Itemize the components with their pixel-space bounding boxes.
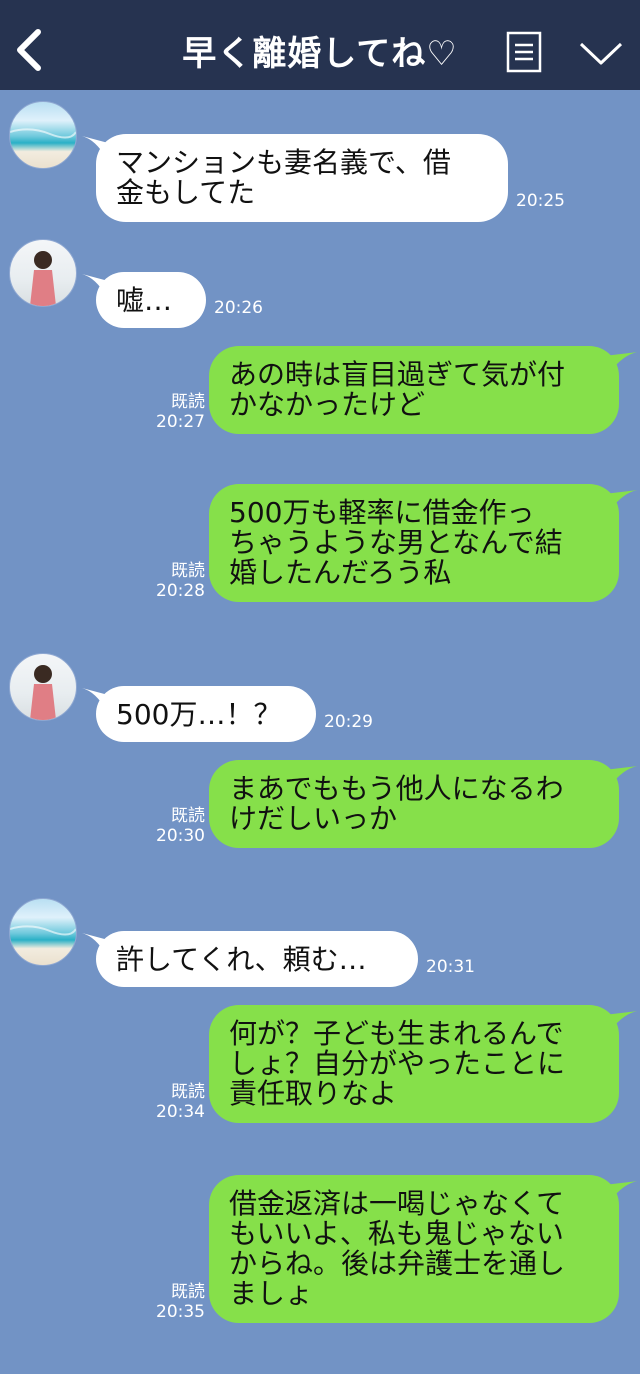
chat-title: 早く離婚してね♡ (182, 34, 458, 74)
message-bubble-incoming[interactable]: 嘘… (96, 272, 206, 328)
chevron-down-icon (579, 42, 623, 65)
message-meta: 既読 20:28 (150, 561, 205, 601)
avatar-woman[interactable] (9, 239, 77, 307)
message-text: まあでももう他人になるわ けだしいっか (229, 772, 564, 835)
avatar-husband[interactable] (9, 101, 77, 169)
back-button[interactable] (12, 28, 48, 72)
message-time: 20:34 (156, 1102, 205, 1122)
message-meta: 既読 20:27 (150, 392, 205, 432)
menu-button[interactable] (578, 38, 624, 68)
message-bubble-outgoing[interactable]: 借金返済は一喝じゃなくて もいいよ、私も鬼じゃない からね。後は弁護士を通し ま… (209, 1175, 619, 1323)
message-text: あの時は盲目過ぎて気が付 かなかったけど (229, 358, 566, 421)
message-time: 20:30 (156, 826, 205, 846)
message-text: 借金返済は一喝じゃなくて もいいよ、私も鬼じゃない からね。後は弁護士を通し ま… (229, 1187, 566, 1310)
bubble-tail (604, 1011, 638, 1031)
message-time: 20:27 (156, 412, 205, 432)
message-bubble-incoming[interactable]: マンションも妻名義で、借 金もしてた (96, 134, 508, 222)
bubble-tail (604, 1181, 638, 1201)
message-time: 20:35 (156, 1302, 205, 1322)
message-text: マンションも妻名義で、借 金もしてた (116, 146, 451, 209)
message-text: 何が？子ども生まれるんで しょ？自分がやったことに 責任取りなよ (229, 1017, 566, 1110)
avatar-husband[interactable] (9, 898, 77, 966)
message-bubble-incoming[interactable]: 許してくれ、頼む… (96, 931, 418, 987)
message-time: 20:31 (426, 957, 475, 977)
message-bubble-outgoing[interactable]: まあでももう他人になるわ けだしいっか (209, 760, 619, 848)
avatar-woman[interactable] (9, 653, 77, 721)
message-time: 20:26 (214, 298, 263, 318)
read-receipt: 既読 (171, 392, 205, 412)
message-bubble-outgoing[interactable]: 何が？子ども生まれるんで しょ？自分がやったことに 責任取りなよ (209, 1005, 619, 1123)
chat-header: 早く離婚してね♡ (0, 0, 640, 90)
message-time: 20:25 (516, 191, 565, 211)
bubble-tail (604, 766, 638, 786)
chevron-left-icon (17, 29, 41, 71)
memo-button[interactable] (506, 31, 542, 73)
bubble-tail (604, 490, 638, 510)
message-text: 許してくれ、頼む… (116, 943, 367, 976)
message-meta: 既読 20:34 (150, 1082, 205, 1122)
message-meta: 既読 20:30 (150, 806, 205, 846)
message-text: 500万…！？ (116, 698, 282, 731)
bubble-tail (604, 352, 638, 372)
message-bubble-outgoing[interactable]: あの時は盲目過ぎて気が付 かなかったけど (209, 346, 619, 434)
memo-icon (506, 31, 542, 73)
message-bubble-incoming[interactable]: 500万…！？ (96, 686, 316, 742)
message-meta: 既読 20:35 (150, 1282, 205, 1322)
message-bubble-outgoing[interactable]: 500万も軽率に借金作っ ちゃうような男となんで結 婚したんだろう私 (209, 484, 619, 602)
read-receipt: 既読 (171, 1282, 205, 1302)
message-time: 20:28 (156, 581, 205, 601)
read-receipt: 既読 (171, 561, 205, 581)
message-time: 20:29 (324, 712, 373, 732)
message-text: 嘘… (116, 284, 173, 317)
read-receipt: 既読 (171, 1082, 205, 1102)
message-text: 500万も軽率に借金作っ ちゃうような男となんで結 婚したんだろう私 (229, 496, 563, 589)
read-receipt: 既読 (171, 806, 205, 826)
